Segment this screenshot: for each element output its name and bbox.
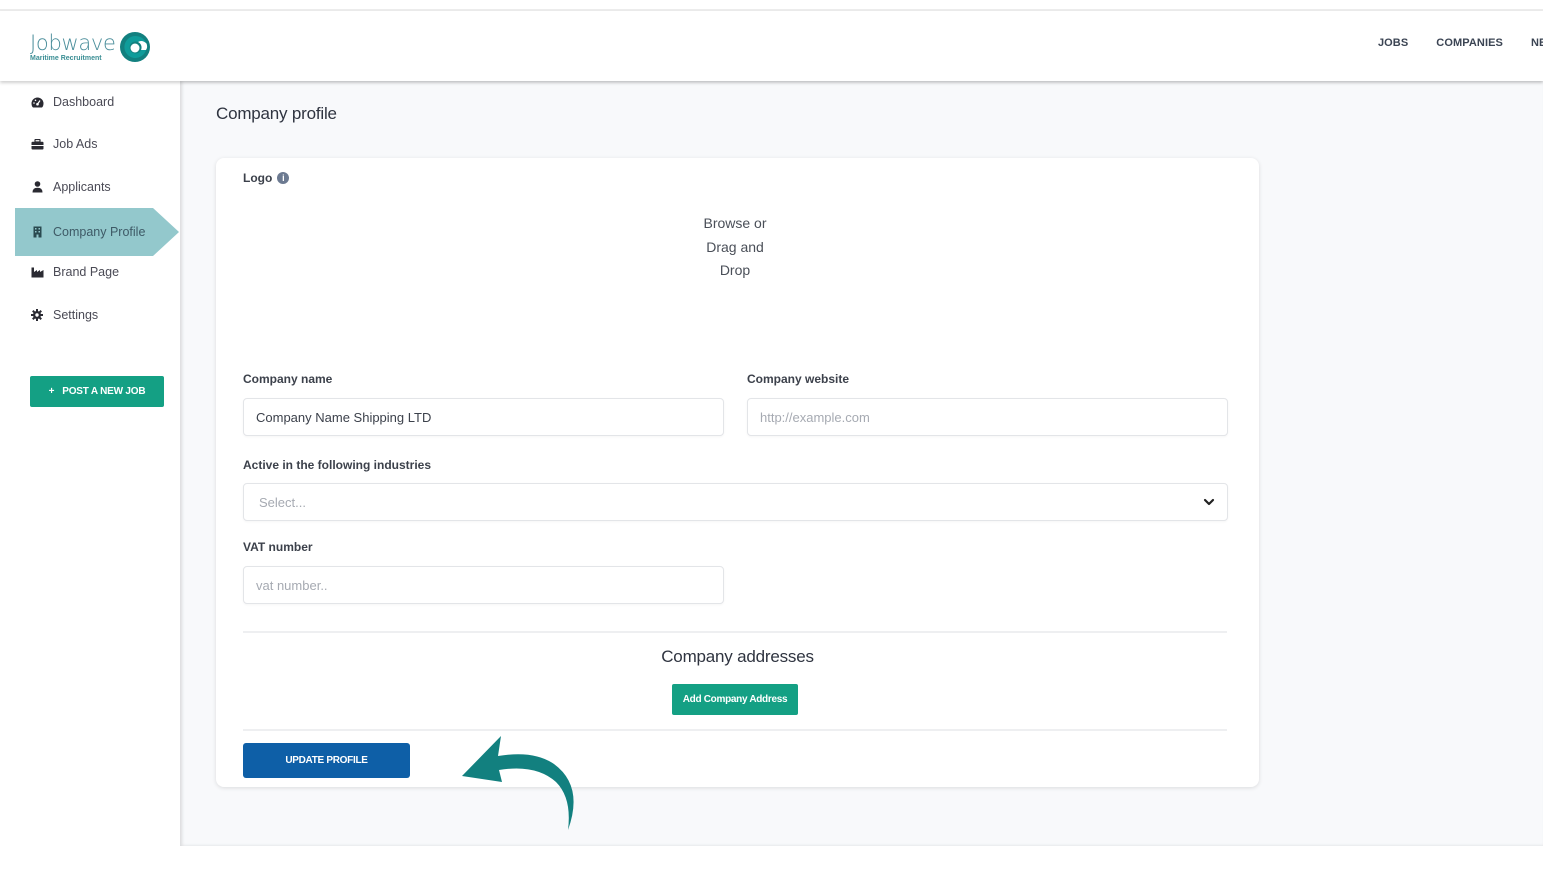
nav-companies[interactable]: COMPANIES [1436,37,1503,49]
sidebar-item-label: Job Ads [53,137,98,151]
user-icon [29,179,45,195]
logo-label: Logo i [243,171,290,185]
sidebar-item-label: Applicants [53,180,111,194]
section-divider [243,729,1227,731]
dropzone-text: Browse or Drag and Drop [703,215,767,278]
nav-jobs[interactable]: JOBS [1378,37,1408,49]
tachometer-icon [29,94,45,110]
vat-number-label: VAT number [243,540,313,554]
brand-logo[interactable]: Jobwave Maritime Recruitment [30,29,151,65]
brand-name: Jobwave [30,30,116,55]
industry-icon [29,264,45,280]
sidebar-item-job-ads[interactable]: Job Ads [15,120,153,168]
company-name-field[interactable] [243,398,724,436]
section-divider [243,631,1227,633]
company-addresses-title: Company addresses [661,647,814,666]
post-new-job-button[interactable]: + POST A NEW JOB [30,376,164,407]
sidebar-item-label: Company Profile [53,225,146,239]
company-name-input[interactable] [256,409,711,425]
update-profile-button[interactable]: UPDATE PROFILE [243,743,410,778]
company-website-field[interactable] [747,398,1228,436]
plus-icon: + [48,386,55,397]
sidebar-item-settings[interactable]: Settings [15,291,153,339]
sidebar-item-applicants[interactable]: Applicants [15,163,153,211]
sidebar-item-label: Dashboard [53,95,115,109]
curved-arrow-icon [462,736,574,830]
brand-tagline: Maritime Recruitment [30,54,102,62]
sidebar-item-brand-page[interactable]: Brand Page [15,248,153,296]
post-new-job-label: POST A NEW JOB [62,386,146,397]
logo-dropzone[interactable]: Browse or Drag and Drop [243,198,1227,368]
nav-news[interactable]: NE [1531,37,1543,49]
industries-placeholder: Select... [259,494,306,510]
top-nav: JOBS COMPANIES NE [1378,37,1543,49]
company-name-label: Company name [243,372,333,386]
vat-number-field[interactable] [243,566,724,604]
main-content: Company profile Logo i Browse or Drag an… [180,81,1543,846]
top-header: Jobwave Maritime Recruitment JOBS COMPAN… [0,11,1543,81]
gear-icon [29,307,45,323]
sidebar: Dashboard Job Ads Applicants Company Pro… [0,81,180,870]
sidebar-item-label: Settings [53,308,99,322]
chevron-down-icon [1203,498,1215,506]
sidebar-item-dashboard[interactable]: Dashboard [15,78,153,126]
briefcase-icon [29,136,45,152]
page-title: Company profile [216,104,337,123]
wave-logo-icon [119,32,150,62]
industries-label: Active in the following industries [243,458,432,472]
industries-select[interactable]: Select... [243,483,1228,521]
add-company-address-button[interactable]: Add Company Address [672,684,798,715]
company-profile-card: Logo i Browse or Drag and Drop Company n… [216,158,1259,787]
company-website-label: Company website [747,372,850,386]
info-icon[interactable]: i [277,172,290,184]
company-website-input[interactable] [760,409,1215,425]
building-icon [29,224,45,240]
sidebar-item-label: Brand Page [53,265,120,279]
vat-number-input[interactable] [256,577,711,593]
